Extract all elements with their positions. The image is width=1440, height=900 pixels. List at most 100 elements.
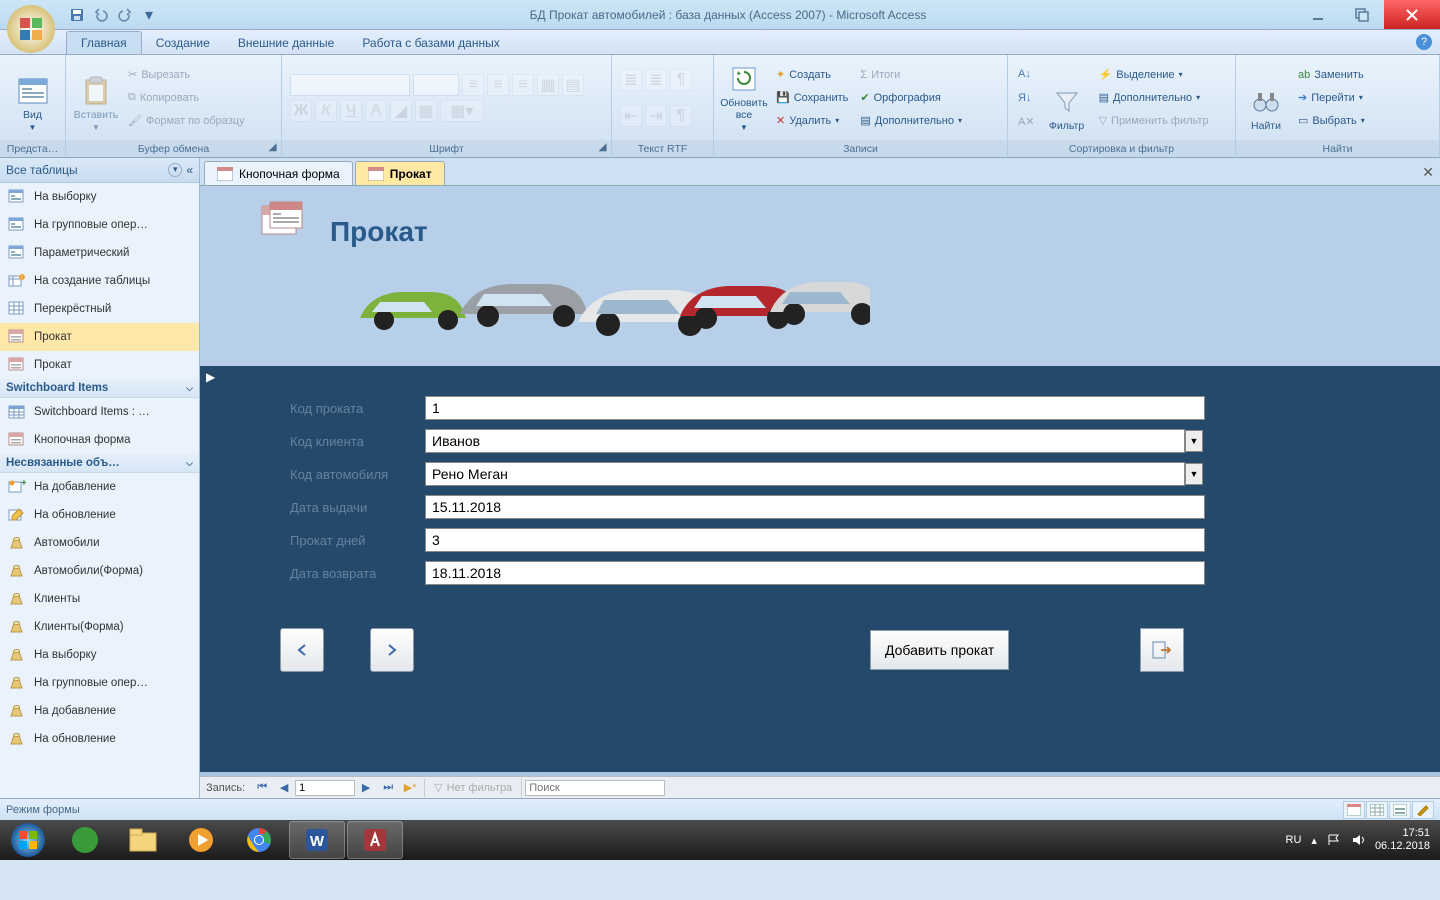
align-left-icon[interactable]: ≡	[462, 74, 484, 96]
taskbar-access[interactable]	[347, 821, 403, 859]
save-record-button[interactable]: 💾Сохранить	[772, 87, 852, 109]
advanced-filter-button[interactable]: ▤Дополнительно ▾	[1095, 87, 1213, 109]
recnav-search[interactable]	[525, 780, 665, 796]
qat-undo-icon[interactable]	[90, 4, 112, 26]
nav-item[interactable]: Прокат	[0, 351, 199, 379]
tray-flag-icon[interactable]	[1327, 833, 1341, 847]
nav-item[interactable]: Клиенты	[0, 585, 199, 613]
taskbar-chrome[interactable]	[231, 821, 287, 859]
bullets-icon[interactable]: ≣	[620, 69, 642, 91]
tab-home[interactable]: Главная	[66, 31, 142, 54]
nav-collapse-icon[interactable]: «	[186, 163, 193, 177]
nav-item[interactable]: Кнопочная форма	[0, 426, 199, 454]
increase-indent-icon[interactable]: ⇥	[645, 105, 667, 127]
totals-button[interactable]: ΣИтоги	[856, 64, 966, 86]
sort-asc-button[interactable]: A↓	[1014, 63, 1039, 85]
goto-button[interactable]: ➔Перейти ▾	[1294, 87, 1369, 109]
office-button[interactable]	[4, 2, 58, 56]
more-records-button[interactable]: ▤Дополнительно ▾	[856, 110, 966, 132]
dropdown-car-icon[interactable]: ▼	[1185, 463, 1203, 485]
qat-save-icon[interactable]	[66, 4, 88, 26]
select-button[interactable]: ▭Выбрать ▾	[1294, 110, 1369, 132]
taskbar-word[interactable]: W	[289, 821, 345, 859]
delete-record-button[interactable]: ✕Удалить ▾	[772, 110, 852, 132]
nav-item[interactable]: Перекрёстный	[0, 295, 199, 323]
nav-item[interactable]: Автомобили	[0, 529, 199, 557]
doc-tab-switchboard[interactable]: Кнопочная форма	[204, 161, 353, 185]
paste-button[interactable]: Вставить▼	[72, 62, 120, 134]
nav-item[interactable]: На обновление	[0, 725, 199, 753]
help-button[interactable]: ?	[1416, 34, 1432, 50]
copy-button[interactable]: ⧉Копировать	[124, 87, 249, 109]
clear-sort-button[interactable]: A✕	[1014, 111, 1039, 133]
nav-item[interactable]: На обновление	[0, 501, 199, 529]
align-right-icon[interactable]: ≡	[512, 74, 534, 96]
nav-item[interactable]: Параметрический	[0, 239, 199, 267]
alt-row-icon[interactable]: ▤	[562, 74, 584, 96]
nav-header[interactable]: Все таблицы ▾«	[0, 158, 199, 183]
font-color-icon[interactable]: A	[365, 100, 387, 122]
tray-up-icon[interactable]: ▴	[1311, 834, 1317, 847]
align-center-icon[interactable]: ≡	[487, 74, 509, 96]
taskbar-explorer[interactable]	[115, 821, 171, 859]
input-rental-id[interactable]	[425, 396, 1205, 420]
tab-create[interactable]: Создание	[142, 32, 224, 54]
underline-icon[interactable]: Ч	[340, 100, 362, 122]
maximize-button[interactable]	[1340, 0, 1384, 29]
nav-item[interactable]: На выборку	[0, 183, 199, 211]
dialog-launcher-icon[interactable]: ◢	[266, 141, 279, 154]
font-name-combo[interactable]	[290, 74, 410, 96]
input-date-out[interactable]	[425, 495, 1205, 519]
italic-icon[interactable]: К	[315, 100, 337, 122]
qat-customize-icon[interactable]: ▾	[138, 4, 160, 26]
nav-item[interactable]: На групповые опер…	[0, 211, 199, 239]
recnav-prev-icon[interactable]: ◀	[273, 778, 295, 798]
gridlines-icon[interactable]: ▦	[537, 74, 559, 96]
close-button[interactable]	[1384, 0, 1440, 29]
taskbar-app-1[interactable]	[57, 821, 113, 859]
view-design-icon[interactable]	[1412, 801, 1434, 819]
nav-item[interactable]: Клиенты(Форма)	[0, 613, 199, 641]
refresh-all-button[interactable]: Обновить все▼	[720, 62, 768, 134]
recnav-next-icon[interactable]: ▶	[355, 778, 377, 798]
nav-item[interactable]: На групповые опер…	[0, 669, 199, 697]
grid-color-icon[interactable]: ▦	[415, 100, 437, 122]
close-tab-button[interactable]: ✕	[1422, 164, 1434, 181]
dialog-launcher-icon[interactable]: ◢	[596, 141, 609, 154]
prev-record-button[interactable]	[280, 628, 324, 672]
font-size-combo[interactable]	[413, 74, 459, 96]
nav-section-unrelated[interactable]: Несвязанные объ…⌵	[0, 454, 199, 473]
tray-lang[interactable]: RU	[1286, 834, 1302, 846]
format-painter-button[interactable]: 🖌Формат по образцу	[124, 110, 249, 132]
add-rental-button[interactable]: Добавить прокат	[870, 630, 1009, 670]
view-form-icon[interactable]	[1343, 801, 1365, 819]
nav-item[interactable]: Автомобили(Форма)	[0, 557, 199, 585]
view-button[interactable]: Вид▼	[9, 62, 57, 134]
replace-button[interactable]: abЗаменить	[1294, 64, 1369, 86]
nav-item[interactable]: На выборку	[0, 641, 199, 669]
ltr-icon[interactable]: ¶	[670, 69, 692, 91]
doc-tab-rental[interactable]: Прокат	[355, 161, 445, 185]
input-days[interactable]	[425, 528, 1205, 552]
bold-icon[interactable]: Ж	[290, 100, 312, 122]
nav-dropdown-icon[interactable]: ▾	[168, 163, 182, 177]
nav-section-switchboard[interactable]: Switchboard Items⌵	[0, 379, 199, 398]
nav-item[interactable]: +На добавление	[0, 473, 199, 501]
toggle-filter-button[interactable]: ▽Применить фильтр	[1095, 110, 1213, 132]
cut-button[interactable]: ✂Вырезать	[124, 64, 249, 86]
input-car[interactable]	[425, 462, 1185, 486]
nav-item[interactable]: !На создание таблицы	[0, 267, 199, 295]
recnav-first-icon[interactable]: ⏮	[251, 778, 273, 798]
numbering-icon[interactable]: ≣	[645, 69, 667, 91]
decrease-indent-icon[interactable]: ⇤	[620, 105, 642, 127]
fill-color-icon[interactable]: ◢	[390, 100, 412, 122]
tab-external-data[interactable]: Внешние данные	[224, 32, 349, 54]
tab-database-tools[interactable]: Работа с базами данных	[348, 32, 513, 54]
sort-desc-button[interactable]: Я↓	[1014, 87, 1039, 109]
recnav-last-icon[interactable]: ⏭	[377, 778, 399, 798]
tray-volume-icon[interactable]	[1351, 833, 1365, 847]
input-date-in[interactable]	[425, 561, 1205, 585]
tray-clock[interactable]: 17:5106.12.2018	[1375, 827, 1430, 853]
find-button[interactable]: Найти	[1242, 62, 1290, 134]
close-form-button[interactable]	[1140, 628, 1184, 672]
